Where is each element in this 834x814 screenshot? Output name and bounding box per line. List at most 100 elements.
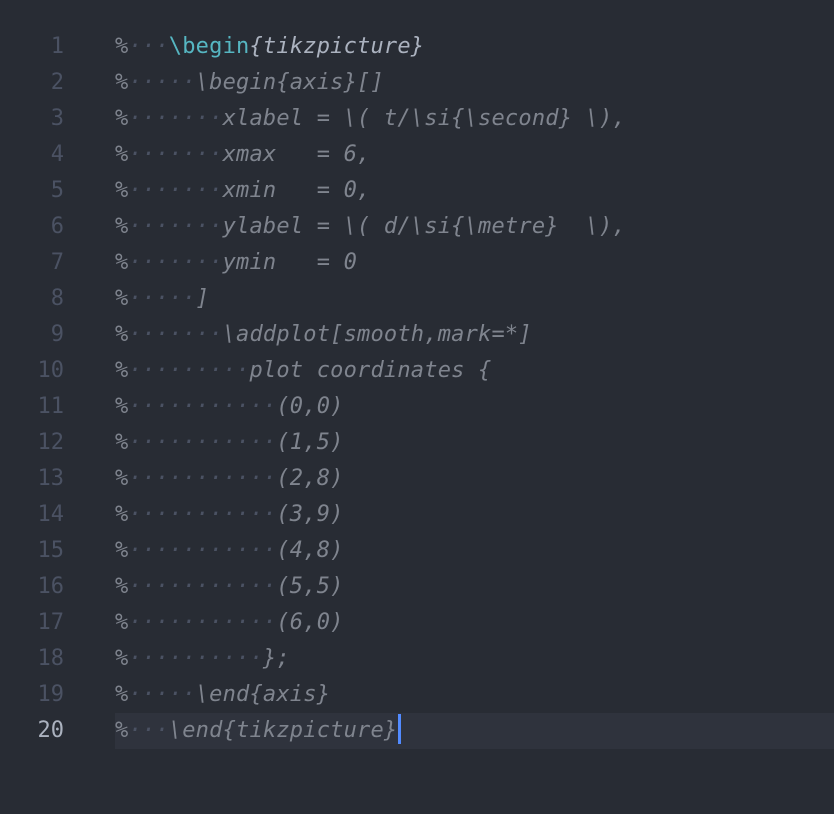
line-content[interactable]: %···\begin{tikzpicture}	[115, 29, 424, 65]
line-number: 4	[50, 142, 64, 167]
line-content[interactable]: %·······ymin = 0	[115, 245, 357, 281]
indent-dots: ···	[128, 34, 169, 59]
code-line[interactable]: 2 %·····\begin{axis}[]	[0, 65, 834, 101]
code-line[interactable]: 12 %···········(1,5)	[0, 425, 834, 461]
code-line[interactable]: 8 %·····]	[0, 281, 834, 317]
line-number: 14	[37, 502, 65, 527]
code-text: xmax = 6,	[222, 142, 371, 167]
code-line[interactable]: 5 %·······xmin = 0,	[0, 173, 834, 209]
indent-dots: ···········	[128, 430, 277, 455]
line-number: 11	[37, 394, 65, 419]
line-content[interactable]: %·········plot coordinates {	[115, 353, 491, 389]
code-text: (1,5)	[276, 430, 344, 455]
line-number: 5	[50, 178, 64, 203]
comment-char: %	[115, 682, 129, 707]
indent-dots: ·····	[128, 70, 196, 95]
line-content[interactable]: %···········(4,8)	[115, 533, 344, 569]
code-line[interactable]: 20 %···\end{tikzpicture}	[38, 713, 834, 749]
line-content[interactable]: %···········(6,0)	[115, 605, 344, 641]
indent-dots: ···········	[128, 574, 277, 599]
indent-dots: ·······	[128, 214, 223, 239]
indent-dots: ·······	[128, 250, 223, 275]
line-content[interactable]: %··········};	[115, 641, 290, 677]
code-line[interactable]: 7 %·······ymin = 0	[0, 245, 834, 281]
code-text: xlabel = \( t/\si{\second} \),	[222, 106, 626, 131]
code-text: };	[262, 646, 290, 671]
code-line[interactable]: 15 %···········(4,8)	[0, 533, 834, 569]
code-text: \end{tikzpicture}	[168, 718, 398, 743]
code-line[interactable]: 19 %·····\end{axis}	[0, 677, 834, 713]
indent-dots: ·····	[128, 286, 196, 311]
comment-char: %	[115, 358, 129, 383]
line-number: 12	[37, 430, 65, 455]
line-content[interactable]: %·······ylabel = \( d/\si{\metre} \),	[115, 209, 626, 245]
code-line[interactable]: 14 %···········(3,9)	[0, 497, 834, 533]
code-text: plot coordinates {	[249, 358, 492, 383]
line-content[interactable]: %·····\end{axis}	[115, 677, 330, 713]
code-text: (2,8)	[276, 466, 344, 491]
line-number: 16	[37, 574, 65, 599]
code-text: ylabel = \( d/\si{\metre} \),	[222, 214, 626, 239]
comment-char: %	[115, 646, 129, 671]
indent-dots: ·······	[128, 106, 223, 131]
code-text: ymin = 0	[222, 250, 358, 275]
code-line[interactable]: 9 %·······\addplot[smooth,mark=*]	[0, 317, 834, 353]
line-content[interactable]: %···········(0,0)	[115, 389, 344, 425]
line-number: 10	[37, 358, 65, 383]
code-text: (4,8)	[276, 538, 344, 563]
code-line[interactable]: 1 %···\begin{tikzpicture}	[0, 29, 834, 65]
line-number: 17	[37, 610, 65, 635]
line-content[interactable]: %···········(3,9)	[115, 497, 344, 533]
code-line[interactable]: 13 %···········(2,8)	[0, 461, 834, 497]
comment-char: %	[115, 250, 129, 275]
code-line[interactable]: 17 %···········(6,0)	[0, 605, 834, 641]
code-line[interactable]: 18 %··········};	[0, 641, 834, 677]
comment-char: %	[115, 610, 129, 635]
indent-dots: ···········	[128, 394, 277, 419]
comment-char: %	[115, 394, 129, 419]
line-number: 3	[50, 106, 64, 131]
line-content[interactable]: %·······xmin = 0,	[115, 173, 370, 209]
code-line[interactable]: 11 %···········(0,0)	[0, 389, 834, 425]
code-line[interactable]: 4 %·······xmax = 6,	[0, 137, 834, 173]
indent-dots: ·······	[128, 142, 223, 167]
line-number: 7	[50, 250, 64, 275]
comment-char: %	[115, 502, 129, 527]
line-content[interactable]: %···········(2,8)	[115, 461, 344, 497]
code-text: (5,5)	[276, 574, 344, 599]
line-content[interactable]: %·······xlabel = \( t/\si{\second} \),	[115, 101, 626, 137]
code-area[interactable]: 1 %···\begin{tikzpicture} 2 %·····\begin{ax…	[0, 29, 834, 749]
code-line[interactable]: 10 %·········plot coordinates {	[0, 353, 834, 389]
comment-char: %	[115, 430, 129, 455]
line-number: 2	[50, 70, 64, 95]
line-number: 13	[37, 466, 65, 491]
line-number: 8	[50, 286, 64, 311]
indent-dots: ···	[128, 718, 169, 743]
indent-dots: ···········	[128, 610, 277, 635]
code-line[interactable]: 6 %·······ylabel = \( d/\si{\metre} \),	[0, 209, 834, 245]
code-line[interactable]: 16 %···········(5,5)	[0, 569, 834, 605]
code-text: \begin	[168, 34, 250, 59]
comment-char: %	[115, 286, 129, 311]
line-content[interactable]: %·····\begin{axis}[]	[115, 65, 384, 101]
comment-char: %	[115, 574, 129, 599]
line-content[interactable]: %···········(1,5)	[115, 425, 344, 461]
comment-char: %	[115, 538, 129, 563]
line-content[interactable]: %·····]	[115, 281, 209, 317]
code-line[interactable]: 3 %·······xlabel = \( t/\si{\second} \),	[0, 101, 834, 137]
comment-char: %	[115, 322, 129, 347]
code-text-extra: {tikzpicture}	[249, 34, 425, 59]
line-content[interactable]: %·······xmax = 6,	[115, 137, 370, 173]
line-number: 1	[50, 34, 64, 59]
line-content[interactable]: %···\end{tikzpicture}	[115, 713, 402, 749]
code-text: (3,9)	[276, 502, 344, 527]
indent-dots: ·······	[128, 178, 223, 203]
comment-char: %	[115, 214, 129, 239]
code-editor[interactable]: 1 %···\begin{tikzpicture} 2 %·····\begin{ax…	[0, 0, 834, 814]
line-content[interactable]: %···········(5,5)	[115, 569, 344, 605]
comment-char: %	[115, 178, 129, 203]
code-text: (0,0)	[276, 394, 344, 419]
indent-dots: ···········	[128, 502, 277, 527]
code-text: ]	[195, 286, 210, 311]
line-content[interactable]: %·······\addplot[smooth,mark=*]	[115, 317, 532, 353]
